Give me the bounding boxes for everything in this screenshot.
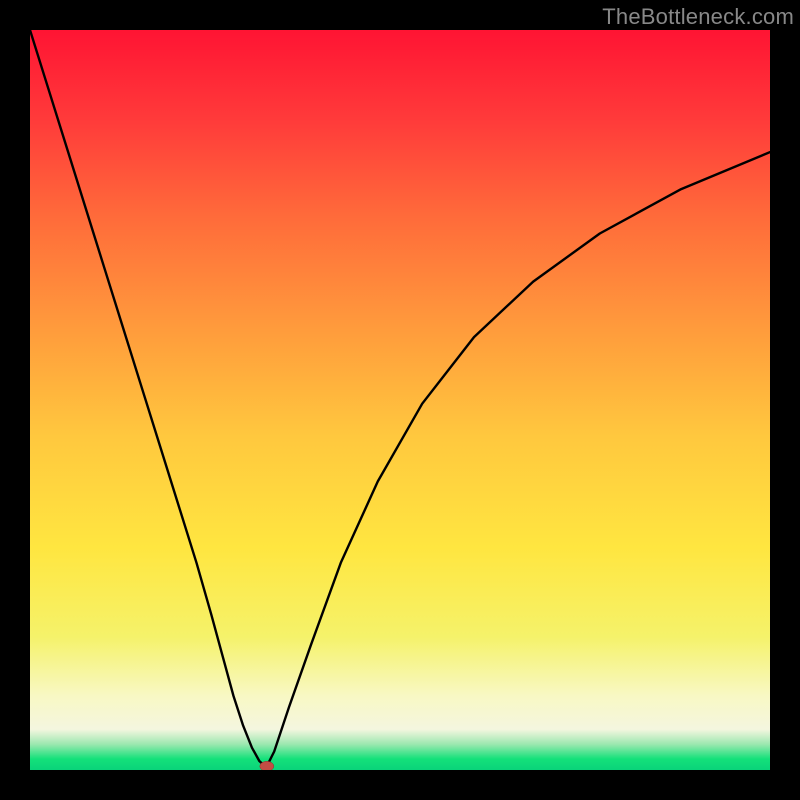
plot-area (30, 30, 770, 770)
chart-svg (30, 30, 770, 770)
chart-frame: TheBottleneck.com (0, 0, 800, 800)
optimal-point-marker (260, 761, 274, 770)
gradient-background (30, 30, 770, 770)
watermark-text: TheBottleneck.com (602, 4, 794, 30)
